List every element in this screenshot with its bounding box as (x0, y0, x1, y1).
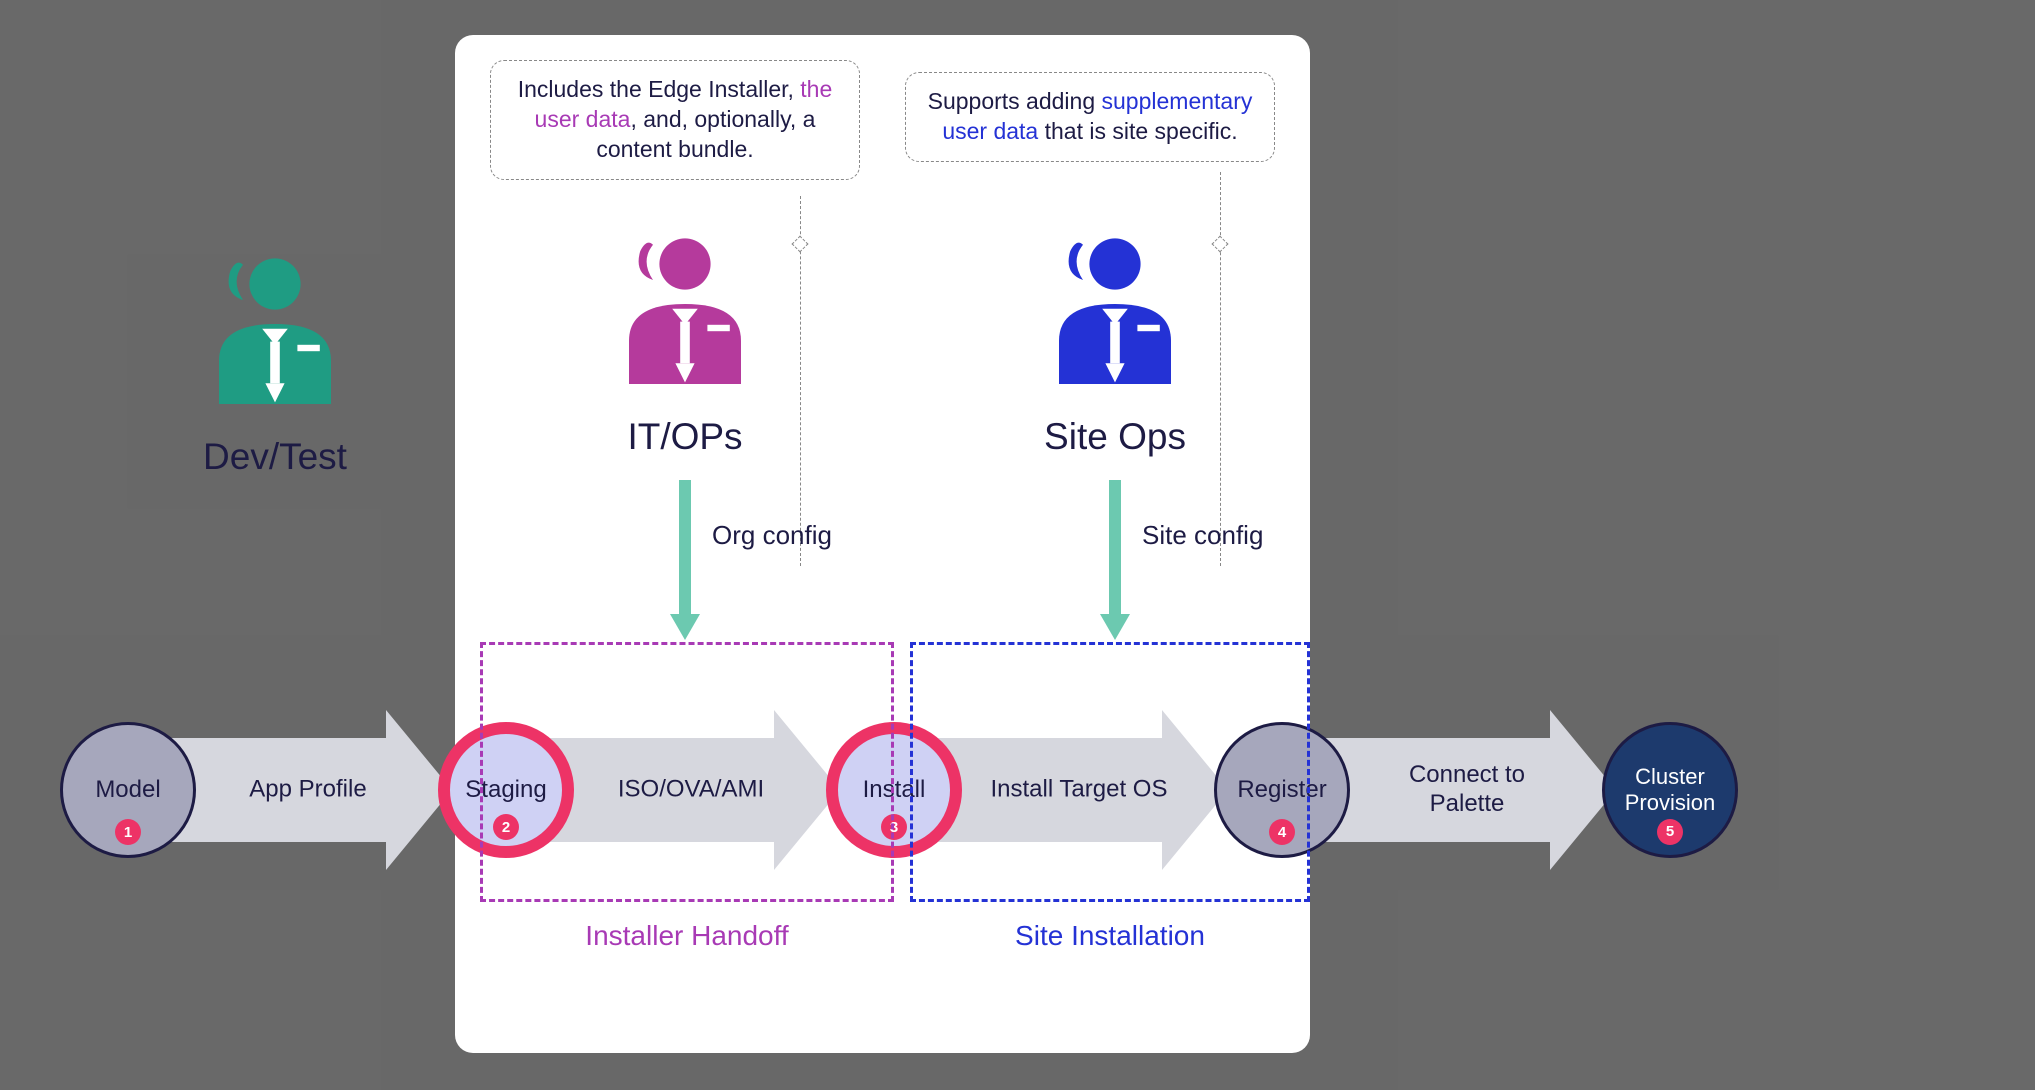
step-label: Install (863, 776, 926, 804)
bubble-itops: Includes the Edge Installer, the user da… (490, 60, 860, 180)
persona-itops-label: IT/OPs (605, 416, 765, 458)
bubble-text: Includes the Edge Installer, (518, 76, 801, 102)
arrow-label: ISO/OVA/AMI (602, 776, 780, 805)
step-model: Model 1 (60, 722, 196, 858)
org-config-label: Org config (712, 520, 832, 551)
step-register: Register 4 (1214, 722, 1350, 858)
arrow-install: Install Target OS (928, 710, 1228, 870)
person-icon (1035, 230, 1195, 410)
persona-siteops-label: Site Ops (1035, 416, 1195, 458)
flow-row: Model 1 App Profile Staging 2 ISO/OVA/AM… (60, 660, 1975, 920)
step-circle-staging: Staging 2 (438, 722, 574, 858)
step-label: Cluster Provision (1613, 764, 1727, 817)
arrow-register: Connect to Palette (1316, 710, 1616, 870)
step-badge: 3 (881, 814, 907, 840)
bubble-siteops: Supports adding supplementary user data … (905, 72, 1275, 162)
person-icon (605, 230, 765, 410)
persona-devtest: Dev/Test (195, 250, 355, 478)
step-label: Register (1237, 776, 1326, 804)
step-install: Install 3 (826, 722, 962, 858)
bubble-text: Supports adding (928, 88, 1102, 114)
site-config-label: Site config (1142, 520, 1263, 551)
step-staging: Staging 2 (438, 722, 574, 858)
arrow-staging: ISO/OVA/AMI (540, 710, 840, 870)
person-icon (195, 250, 355, 430)
persona-itops: IT/OPs (605, 230, 765, 458)
bubble-text: , and, optionally, a content bundle. (596, 106, 815, 162)
step-circle-model: Model 1 (60, 722, 196, 858)
arrow-down-icon (1100, 480, 1130, 640)
step-badge: 4 (1269, 819, 1295, 845)
step-badge: 1 (115, 819, 141, 845)
bubble-text: that is site specific. (1038, 118, 1237, 144)
step-circle-provision: Cluster Provision 5 (1602, 722, 1738, 858)
step-badge: 5 (1657, 819, 1683, 845)
step-label: Staging (465, 776, 546, 804)
step-label: Model (95, 776, 160, 804)
arrow-label: Connect to Palette (1378, 761, 1556, 819)
arrow-model: App Profile (162, 710, 452, 870)
step-provision: Cluster Provision 5 (1602, 722, 1738, 858)
group-label-handoff: Installer Handoff (480, 920, 894, 952)
step-badge: 2 (493, 814, 519, 840)
persona-siteops: Site Ops (1035, 230, 1195, 458)
arrow-label: Install Target OS (990, 776, 1168, 805)
step-circle-install: Install 3 (826, 722, 962, 858)
step-circle-register: Register 4 (1214, 722, 1350, 858)
group-label-siteinstall: Site Installation (910, 920, 1310, 952)
arrow-down-icon (670, 480, 700, 640)
bubble-tail (1220, 172, 1221, 566)
arrow-label: App Profile (224, 776, 392, 805)
persona-devtest-label: Dev/Test (195, 436, 355, 478)
